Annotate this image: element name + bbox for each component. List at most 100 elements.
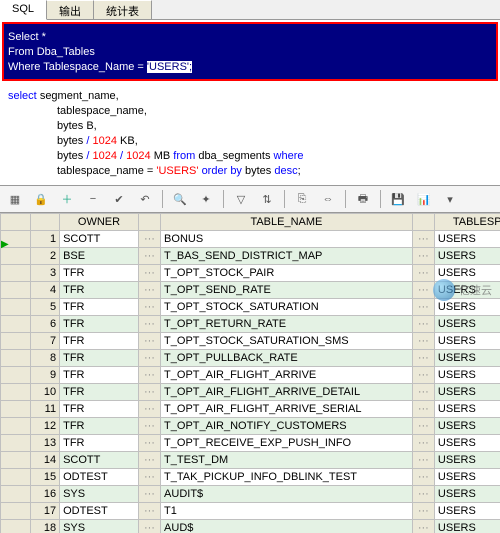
cell-table-name[interactable]: T_OPT_RETURN_RATE	[161, 316, 413, 333]
cell-tablespace[interactable]: USERS	[434, 452, 500, 469]
cell-owner[interactable]: TFR	[60, 333, 139, 350]
cell-table-name[interactable]: T_OPT_RECEIVE_EXP_PUSH_INFO	[161, 435, 413, 452]
table-row[interactable]: 16SYS···AUDIT$···USERS······	[1, 486, 500, 503]
tab-stats[interactable]: 统计表	[94, 0, 152, 19]
cell-expand-icon[interactable]: ···	[138, 265, 160, 282]
results-grid[interactable]: OWNER TABLE_NAME TABLESPACE_NAME CLUSTER…	[0, 213, 500, 533]
cell-expand-icon[interactable]: ···	[412, 486, 434, 503]
delete-row-icon[interactable]: −	[84, 190, 102, 208]
dropdown-icon[interactable]: ▾	[441, 190, 459, 208]
cell-table-name[interactable]: T_BAS_SEND_DISTRICT_MAP	[161, 248, 413, 265]
cell-expand-icon[interactable]: ···	[138, 503, 160, 520]
table-row[interactable]: 12TFR···T_OPT_AIR_NOTIFY_CUSTOMERS···USE…	[1, 418, 500, 435]
cell-tablespace[interactable]: USERS	[434, 418, 500, 435]
cell-tablespace[interactable]: USERS	[434, 248, 500, 265]
cell-table-name[interactable]: BONUS	[161, 231, 413, 248]
table-row[interactable]: 3TFR···T_OPT_STOCK_PAIR···USERS······	[1, 265, 500, 282]
cell-tablespace[interactable]: USERS	[434, 299, 500, 316]
table-row[interactable]: 15ODTEST···T_TAK_PICKUP_INFO_DBLINK_TEST…	[1, 469, 500, 486]
table-row[interactable]: 7TFR···T_OPT_STOCK_SATURATION_SMS···USER…	[1, 333, 500, 350]
cell-expand-icon[interactable]: ···	[412, 435, 434, 452]
cell-expand-icon[interactable]: ···	[138, 418, 160, 435]
col-owner[interactable]: OWNER	[60, 214, 139, 231]
cell-tablespace[interactable]: USERS	[434, 350, 500, 367]
cell-table-name[interactable]: AUD$	[161, 520, 413, 533]
cell-table-name[interactable]: T_OPT_AIR_FLIGHT_ARRIVE_SERIAL	[161, 401, 413, 418]
cell-tablespace[interactable]: USERS	[434, 520, 500, 533]
cell-expand-icon[interactable]: ···	[412, 452, 434, 469]
cell-table-name[interactable]: T_OPT_STOCK_SATURATION	[161, 299, 413, 316]
cell-table-name[interactable]: T_OPT_SEND_RATE	[161, 282, 413, 299]
cell-owner[interactable]: SCOTT	[60, 231, 139, 248]
cell-table-name[interactable]: T_OPT_AIR_FLIGHT_ARRIVE_DETAIL	[161, 384, 413, 401]
table-row[interactable]: 8TFR···T_OPT_PULLBACK_RATE···USERS······	[1, 350, 500, 367]
cell-expand-icon[interactable]: ···	[412, 333, 434, 350]
highlighted-query-block[interactable]: Select * From Dba_Tables Where Tablespac…	[2, 22, 498, 81]
cell-expand-icon[interactable]: ···	[412, 503, 434, 520]
table-row[interactable]: 6TFR···T_OPT_RETURN_RATE···USERS······	[1, 316, 500, 333]
cell-expand-icon[interactable]: ···	[138, 520, 160, 533]
cell-tablespace[interactable]: USERS	[434, 503, 500, 520]
save-icon[interactable]: 💾	[389, 190, 407, 208]
cell-expand-icon[interactable]: ···	[138, 452, 160, 469]
cell-owner[interactable]: TFR	[60, 282, 139, 299]
cell-tablespace[interactable]: USERS	[434, 401, 500, 418]
cell-owner[interactable]: TFR	[60, 435, 139, 452]
cell-tablespace[interactable]: USERS	[434, 231, 500, 248]
cell-expand-icon[interactable]: ···	[138, 333, 160, 350]
cell-owner[interactable]: TFR	[60, 299, 139, 316]
table-row[interactable]: 2BSE···T_BAS_SEND_DISTRICT_MAP···USERS··…	[1, 248, 500, 265]
table-row[interactable]: 18SYS···AUD$···USERS······	[1, 520, 500, 533]
cell-expand-icon[interactable]: ···	[412, 316, 434, 333]
cell-expand-icon[interactable]: ···	[412, 265, 434, 282]
table-row[interactable]: 9TFR···T_OPT_AIR_FLIGHT_ARRIVE···USERS··…	[1, 367, 500, 384]
cell-table-name[interactable]: T_TAK_PICKUP_INFO_DBLINK_TEST	[161, 469, 413, 486]
add-row-icon[interactable]: ＋	[58, 190, 76, 208]
cell-table-name[interactable]: T_OPT_AIR_NOTIFY_CUSTOMERS	[161, 418, 413, 435]
table-row[interactable]: 10TFR···T_OPT_AIR_FLIGHT_ARRIVE_DETAIL··…	[1, 384, 500, 401]
cell-expand-icon[interactable]: ···	[138, 435, 160, 452]
cell-expand-icon[interactable]: ···	[138, 299, 160, 316]
cell-expand-icon[interactable]: ···	[412, 299, 434, 316]
print-icon[interactable]: 🖶	[354, 190, 372, 208]
cell-expand-icon[interactable]: ···	[138, 350, 160, 367]
sort-icon[interactable]: ⇅	[258, 190, 276, 208]
cell-expand-icon[interactable]: ···	[138, 231, 160, 248]
cell-owner[interactable]: TFR	[60, 367, 139, 384]
cell-owner[interactable]: TFR	[60, 384, 139, 401]
cell-owner[interactable]: TFR	[60, 265, 139, 282]
cell-owner[interactable]: BSE	[60, 248, 139, 265]
cell-owner[interactable]: TFR	[60, 401, 139, 418]
cell-expand-icon[interactable]: ···	[138, 401, 160, 418]
cell-owner[interactable]: TFR	[60, 418, 139, 435]
tab-output[interactable]: 输出	[47, 0, 94, 19]
cell-owner[interactable]: ODTEST	[60, 469, 139, 486]
table-row[interactable]: ▶1SCOTT···BONUS···USERS······	[1, 231, 500, 248]
cell-expand-icon[interactable]: ···	[138, 469, 160, 486]
cell-table-name[interactable]: T_OPT_STOCK_PAIR	[161, 265, 413, 282]
cell-expand-icon[interactable]: ···	[412, 231, 434, 248]
cell-expand-icon[interactable]: ···	[138, 316, 160, 333]
cell-expand-icon[interactable]: ···	[412, 384, 434, 401]
table-row[interactable]: 14SCOTT···T_TEST_DM···USERS······	[1, 452, 500, 469]
cell-owner[interactable]: ODTEST	[60, 503, 139, 520]
commit-icon[interactable]: ✔	[110, 190, 128, 208]
cell-tablespace[interactable]: USERS	[434, 367, 500, 384]
rollback-icon[interactable]: ↶	[136, 190, 154, 208]
grid-icon[interactable]: ▦	[6, 190, 24, 208]
cell-table-name[interactable]: T_OPT_STOCK_SATURATION_SMS	[161, 333, 413, 350]
cell-table-name[interactable]: T_OPT_AIR_FLIGHT_ARRIVE	[161, 367, 413, 384]
cell-expand-icon[interactable]: ···	[412, 367, 434, 384]
cell-tablespace[interactable]: USERS	[434, 316, 500, 333]
tab-sql[interactable]: SQL	[0, 0, 47, 20]
cell-tablespace[interactable]: USERS	[434, 333, 500, 350]
cell-expand-icon[interactable]: ···	[412, 350, 434, 367]
filter-icon[interactable]: ▽	[232, 190, 250, 208]
chart-icon[interactable]: 📊	[415, 190, 433, 208]
cell-owner[interactable]: SCOTT	[60, 452, 139, 469]
cell-tablespace[interactable]: USERS	[434, 384, 500, 401]
bookmark-icon[interactable]: ✦	[197, 190, 215, 208]
lock-icon[interactable]: 🔒	[32, 190, 50, 208]
cell-table-name[interactable]: T_TEST_DM	[161, 452, 413, 469]
cell-owner[interactable]: TFR	[60, 316, 139, 333]
